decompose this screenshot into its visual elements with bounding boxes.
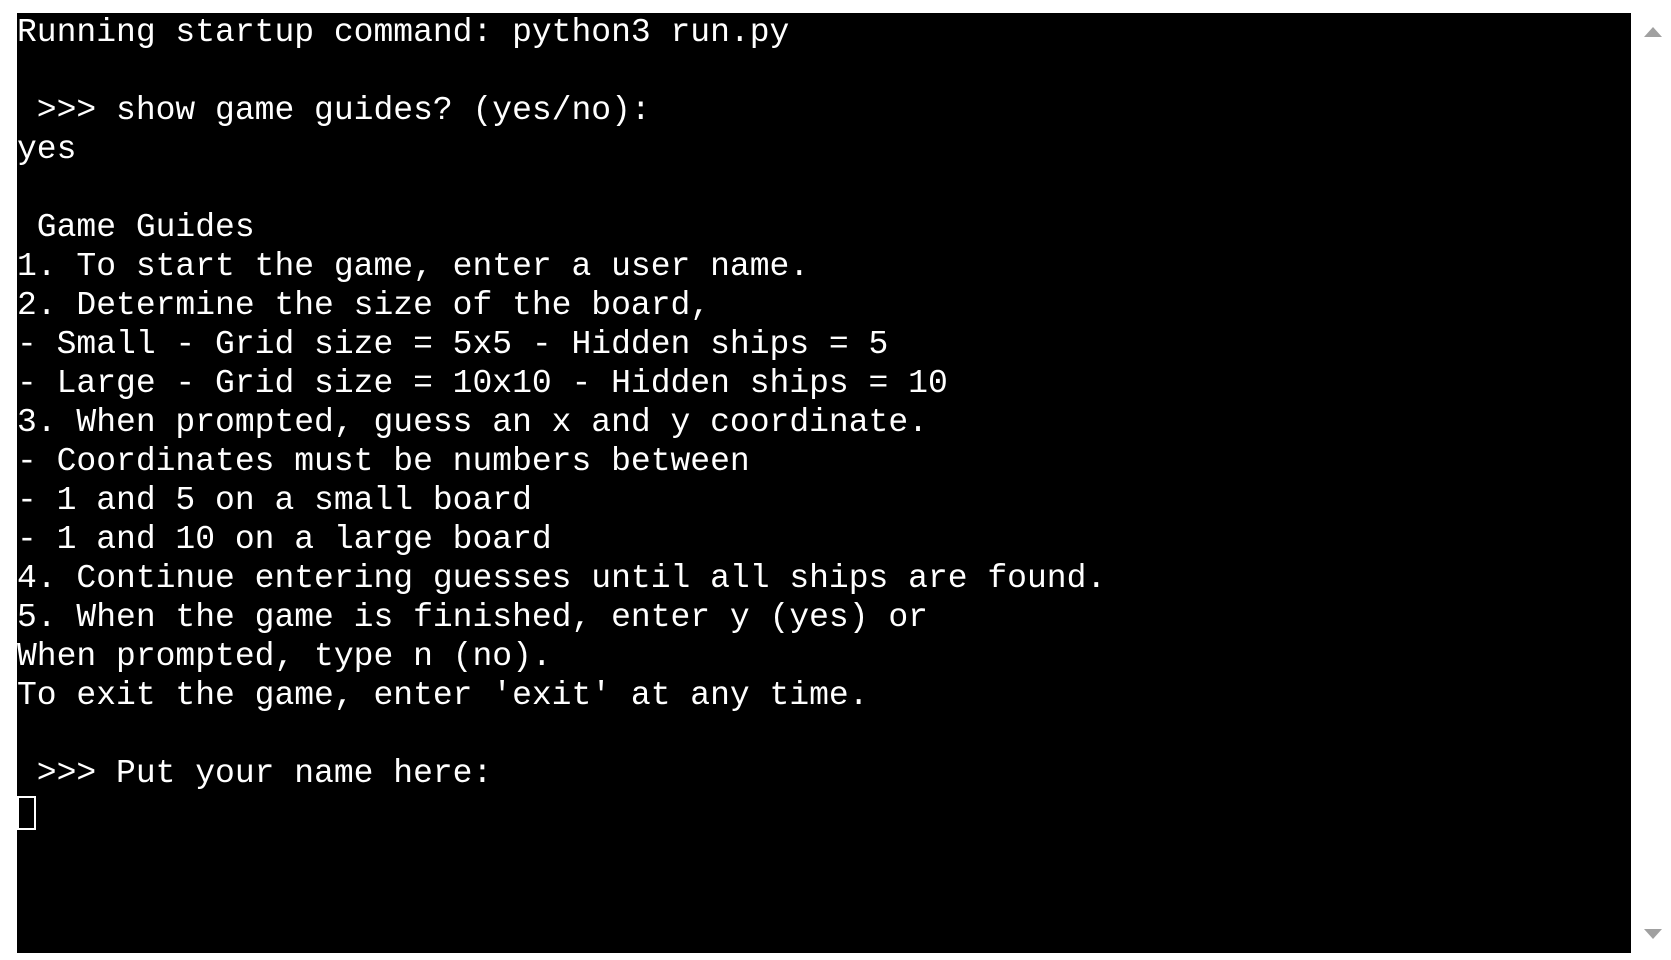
- terminal-prompt: >>> Put your name here:: [17, 755, 493, 792]
- terminal-line: yes: [17, 131, 77, 168]
- terminal-line: - 1 and 10 on a large board: [17, 521, 552, 558]
- scroll-up-arrow-icon[interactable]: [1644, 27, 1662, 37]
- terminal-line: 1. To start the game, enter a user name.: [17, 248, 810, 285]
- text-cursor: [17, 796, 36, 830]
- terminal-line: - Large - Grid size = 10x10 - Hidden shi…: [17, 365, 948, 402]
- terminal-line: >>> show game guides? (yes/no):: [17, 92, 651, 129]
- terminal-line: 3. When prompted, guess an x and y coord…: [17, 404, 928, 441]
- terminal-line: To exit the game, enter 'exit' at any ti…: [17, 677, 869, 714]
- terminal-line: 2. Determine the size of the board,: [17, 287, 711, 324]
- terminal-line: 5. When the game is finished, enter y (y…: [17, 599, 928, 636]
- scroll-down-arrow-icon[interactable]: [1644, 929, 1662, 939]
- terminal-line: 4. Continue entering guesses until all s…: [17, 560, 1107, 597]
- terminal-line: - 1 and 5 on a small board: [17, 482, 532, 519]
- terminal-line: - Small - Grid size = 5x5 - Hidden ships…: [17, 326, 889, 363]
- terminal-line: When prompted, type n (no).: [17, 638, 552, 675]
- terminal-input-line[interactable]: [17, 793, 1631, 832]
- vertical-scrollbar[interactable]: [1633, 13, 1671, 953]
- terminal-output[interactable]: Running startup command: python3 run.py …: [17, 13, 1631, 953]
- terminal-line: Game Guides: [17, 209, 255, 246]
- terminal-line: Running startup command: python3 run.py: [17, 14, 790, 51]
- terminal-line: - Coordinates must be numbers between: [17, 443, 750, 480]
